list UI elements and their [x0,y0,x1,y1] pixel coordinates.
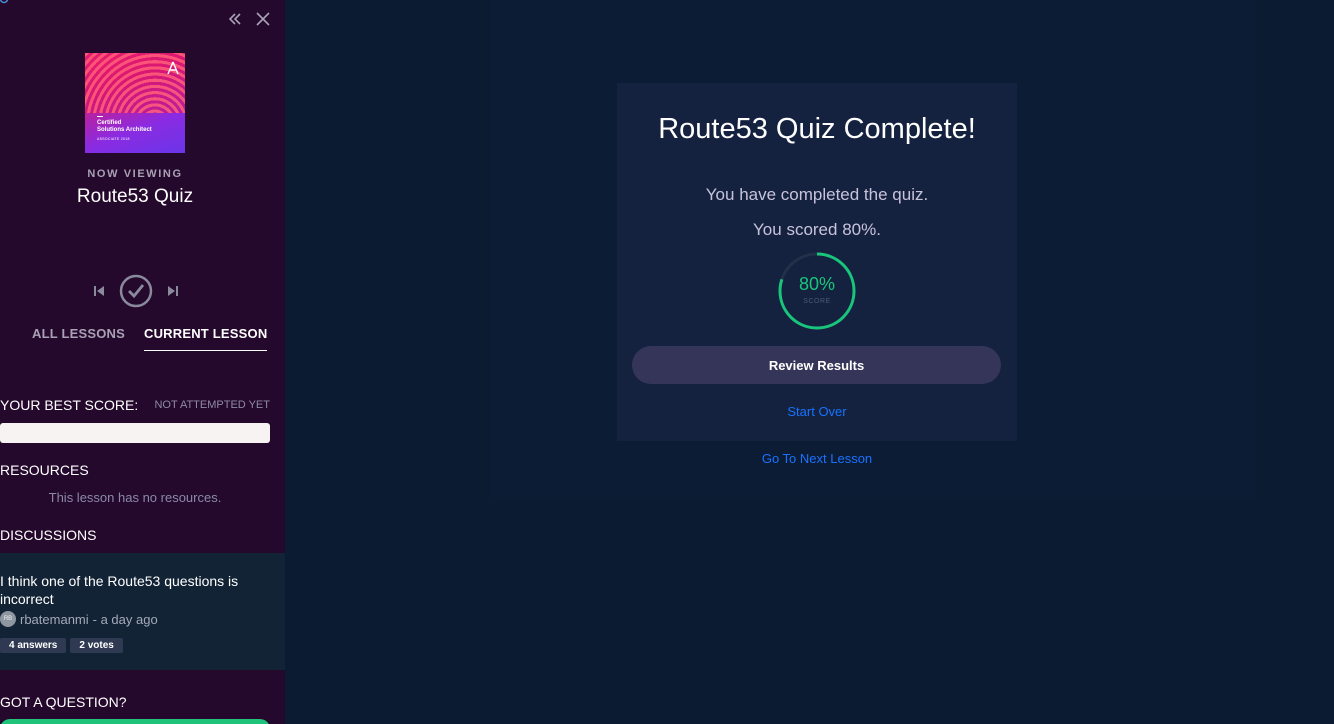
best-score-bar [0,423,270,443]
ask-question-button[interactable] [0,719,270,724]
completed-message: You have completed the quiz. [705,185,929,204]
score-percent: 80% [798,274,836,294]
got-a-question-heading: GOT A QUESTION? [0,694,127,710]
main-content: Route53 Quiz Complete! You have complete… [285,0,1334,724]
review-results-button[interactable]: Review Results [632,346,1001,384]
go-to-next-lesson-link[interactable]: Go To Next Lesson [617,451,1017,466]
acloudguru-logo-icon [167,61,179,80]
now-viewing-label: NOW VIEWING [87,168,183,180]
cover-line-2: Solutions Architect [97,127,152,133]
discussion-meta: RB rbatemanmi - a day ago [0,611,158,627]
tab-all-lessons[interactable]: ALL LESSONS [32,326,125,351]
best-score-label: YOUR BEST SCORE: [0,397,139,413]
course-cover-image: Certified Solutions Architect ASSOCIATE … [85,53,185,153]
mark-complete-check-icon[interactable] [119,274,153,313]
search-icon[interactable] [0,0,12,12]
no-resources-text: This lesson has no resources. [48,490,222,505]
lesson-tabs: ALL LESSONS CURRENT LESSON [32,326,268,351]
tab-current-lesson[interactable]: CURRENT LESSON [143,326,268,351]
collapse-sidebar-icon[interactable] [226,8,244,30]
answers-badge: 4 answers [0,638,67,653]
score-ring: 80% SCORE [778,252,856,330]
score-label: SCORE [803,298,831,305]
lesson-nav-controls [90,274,182,313]
resources-heading: RESOURCES [0,462,89,478]
previous-lesson-icon[interactable] [90,282,108,305]
discussion-time: - a day ago [92,611,158,627]
discussion-author: rbatemanmi [20,611,89,627]
best-score-row: YOUR BEST SCORE: NOT ATTEMPTED YET [0,397,270,413]
discussion-badges: 4 answers 2 votes [0,638,123,653]
discussion-item[interactable]: I think one of the Route53 questions is … [0,553,285,670]
quiz-complete-title: Route53 Quiz Complete! [658,113,976,145]
best-score-status: NOT ATTEMPTED YET [154,399,270,411]
cover-divider [97,116,103,117]
avatar: RB [0,611,16,627]
sidebar: Certified Solutions Architect ASSOCIATE … [0,0,285,724]
discussion-title[interactable]: I think one of the Route53 questions is … [0,572,275,608]
close-icon[interactable] [254,8,272,30]
discussions-heading: DISCUSSIONS [0,527,97,543]
votes-badge: 2 votes [70,638,123,653]
cover-line-3: ASSOCIATE 2018 [97,137,130,141]
cover-line-1: Certified [97,120,122,126]
quiz-complete-card: Route53 Quiz Complete! You have complete… [617,83,1017,441]
start-over-link[interactable]: Start Over [617,404,1017,419]
next-lesson-icon[interactable] [164,282,182,305]
lesson-title: Route53 Quiz [76,186,194,207]
sidebar-top-controls [226,8,272,30]
cover-title: Certified Solutions Architect [97,120,152,134]
scored-message: You scored 80%. [753,220,881,239]
